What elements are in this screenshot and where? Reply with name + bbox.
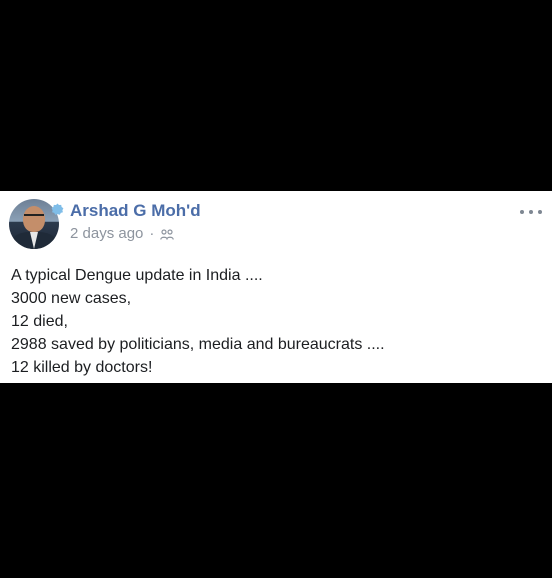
post-timestamp[interactable]: 2 days ago (70, 225, 143, 242)
post-line: 12 died, (11, 313, 68, 330)
author-name[interactable]: Arshad G Moh'd (70, 201, 201, 221)
post-card: Arshad G Moh'd 2 days ago · A typical Den… (0, 191, 552, 383)
post-line: 2988 saved by politicians, media and bur… (11, 336, 385, 353)
friends-icon[interactable] (160, 228, 175, 240)
post-line: A typical Dengue update in India .... (11, 267, 263, 284)
post-meta: 2 days ago · (70, 225, 175, 242)
post-line: 3000 new cases, (11, 290, 132, 307)
post-text: A typical Dengue update in India .... 30… (11, 264, 541, 379)
meta-separator: · (149, 225, 155, 242)
post-line: 12 killed by doctors! (11, 359, 153, 376)
more-options-icon[interactable] (520, 207, 542, 217)
more-dot (529, 210, 533, 214)
more-dot (520, 210, 524, 214)
verified-badge-icon (51, 203, 64, 216)
avatar-glasses (24, 214, 44, 220)
more-dot (538, 210, 542, 214)
